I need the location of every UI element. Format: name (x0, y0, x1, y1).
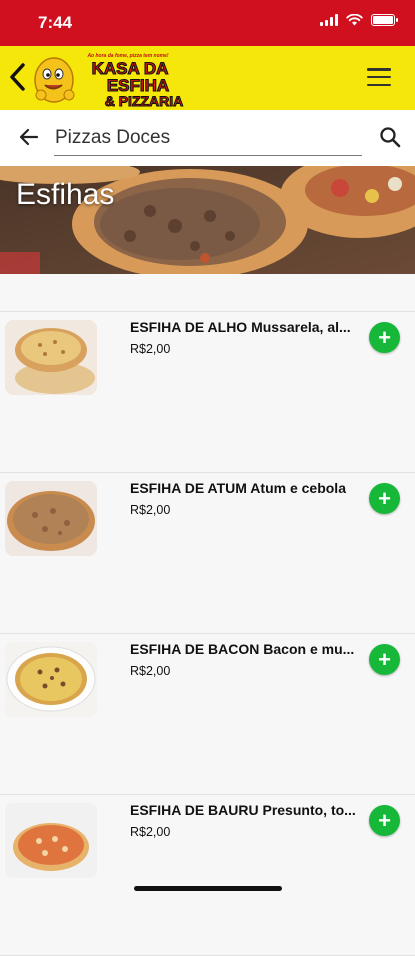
product-image (5, 320, 97, 395)
svg-text:& PIZZARIA: & PIZZARIA (105, 93, 184, 108)
product-title: ESFIHA DE BAURU Presunto, to... (130, 802, 356, 818)
list-item[interactable]: ESFIHA DE BACON Bacon e mu... R$2,00 + (0, 634, 415, 795)
search-bar (0, 110, 415, 166)
product-title: ESFIHA DE ATUM Atum e cebola (130, 480, 346, 496)
product-price: R$2,00 (130, 342, 171, 356)
product-image (5, 803, 97, 878)
battery-icon (371, 14, 398, 26)
product-price: R$2,00 (130, 825, 171, 839)
product-image (5, 642, 97, 717)
chevron-left-icon[interactable] (6, 60, 28, 94)
signal-icon (320, 14, 338, 26)
product-image (5, 481, 97, 556)
product-title: ESFIHA DE ALHO Mussarela, al... (130, 319, 351, 335)
product-price: R$2,00 (130, 503, 171, 517)
magnifier-icon[interactable] (379, 126, 401, 148)
product-price: R$2,00 (130, 664, 171, 678)
product-title: ESFIHA DE BACON Bacon e mu... (130, 641, 355, 657)
add-to-cart-button[interactable]: + (369, 483, 400, 514)
status-time: 7:44 (38, 13, 73, 32)
home-indicator[interactable] (134, 886, 282, 891)
logo: Ao hora da fome, pizza tem nome! KASA DA… (34, 53, 184, 108)
app-header: Ao hora da fome, pizza tem nome! KASA DA… (0, 46, 415, 110)
list-item[interactable]: ESFIHA DE BAURU Presunto, to... R$2,00 + (0, 795, 415, 956)
banner-title: Esfihas (16, 178, 115, 211)
list-header-spacer (0, 274, 415, 312)
list-item[interactable]: ESFIHA DE ALHO Mussarela, al... R$2,00 + (0, 312, 415, 473)
add-to-cart-button[interactable]: + (369, 644, 400, 675)
hamburger-menu-icon[interactable] (367, 68, 391, 86)
add-to-cart-button[interactable]: + (369, 322, 400, 353)
wifi-icon (346, 14, 363, 26)
add-to-cart-button[interactable]: + (369, 805, 400, 836)
product-list: ESFIHA DE ALHO Mussarela, al... R$2,00 +… (0, 274, 415, 956)
mascot-icon (34, 57, 75, 103)
arrow-left-icon[interactable] (18, 126, 40, 148)
search-input[interactable] (54, 120, 362, 156)
status-bar: 7:44 (0, 0, 415, 46)
list-item[interactable]: ESFIHA DE ATUM Atum e cebola R$2,00 + (0, 473, 415, 634)
status-icons (320, 14, 398, 26)
category-banner: Esfihas (0, 166, 415, 274)
